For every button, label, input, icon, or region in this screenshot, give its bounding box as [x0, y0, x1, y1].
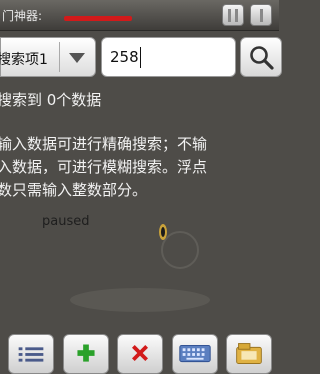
app-title: 门神器: — [2, 9, 43, 23]
background-sprite — [159, 224, 167, 240]
add-icon — [77, 344, 95, 362]
pause-button[interactable] — [222, 4, 244, 26]
help-line: 入数据，可进行模糊搜索。浮点 — [0, 158, 208, 176]
list-button[interactable] — [8, 334, 54, 374]
chevron-down-icon — [69, 53, 85, 63]
delete-icon — [132, 345, 148, 362]
add-button[interactable] — [63, 334, 109, 374]
text-caret — [140, 47, 141, 68]
search-result-text: 搜索到 0个数据 — [0, 91, 102, 109]
title-bar: 门神器: — [0, 0, 279, 31]
delete-button[interactable] — [117, 334, 163, 374]
title-scribble — [64, 16, 132, 21]
search-button[interactable] — [240, 37, 282, 77]
search-field-dropdown[interactable]: 搜索项1 — [0, 37, 96, 77]
search-icon — [250, 46, 274, 70]
keyboard-button[interactable] — [172, 334, 218, 374]
background-paused-text: paused — [42, 214, 89, 229]
help-line: 数只需输入整数部分。 — [0, 181, 148, 199]
list-icon — [18, 347, 44, 362]
keyboard-icon — [179, 344, 211, 363]
close-button[interactable] — [250, 4, 272, 26]
help-line: 输入数据可进行精确搜索；不输 — [0, 135, 208, 153]
search-field-label: 搜索项1 — [0, 52, 48, 68]
search-input[interactable] — [101, 37, 236, 77]
help-text: 输入数据可进行精确搜索；不输 入数据，可进行模糊搜索。浮点 数只需输入整数部分。 — [0, 133, 282, 202]
folder-button[interactable] — [226, 334, 272, 374]
bottom-toolbar — [0, 334, 279, 374]
folder-icon — [236, 343, 262, 364]
